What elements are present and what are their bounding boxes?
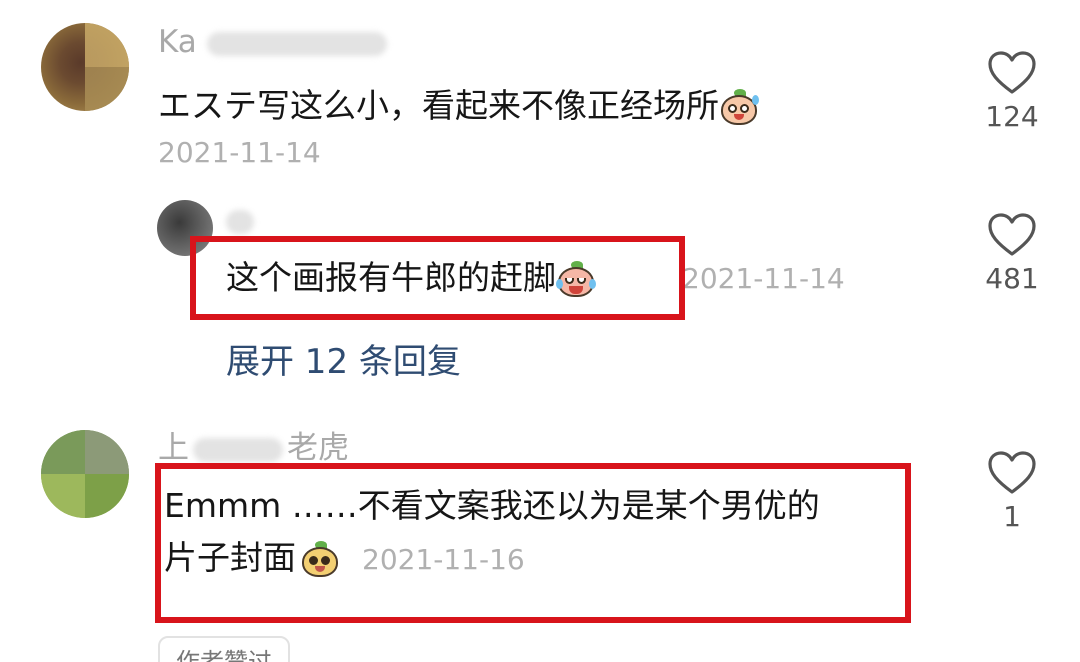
author-liked-tag: 作者赞过 [158, 636, 290, 662]
heart-icon [988, 51, 1036, 94]
avatar[interactable] [41, 23, 129, 111]
comment-section: Ka エステ写这么小，看起来不像正经场所 2021-11-14 124 这个画报… [0, 0, 1080, 662]
sweating-face-emoji-icon [719, 88, 759, 127]
avatar-mosaic [85, 23, 129, 111]
username-blurred [226, 209, 254, 234]
username-blurred [206, 31, 387, 56]
highlight-box [190, 236, 685, 320]
avatar-tile [41, 430, 85, 474]
comment-body[interactable]: エステ写这么小，看起来不像正经场所 [158, 84, 759, 128]
like-count: 124 [985, 100, 1039, 133]
username-visible-start: 上 [158, 430, 189, 466]
username[interactable]: 上 老虎 [158, 422, 349, 467]
comment-text: エステ写这么小，看起来不像正经场所 [158, 86, 719, 125]
highlight-box [155, 463, 911, 623]
like-button[interactable]: 1 [977, 450, 1047, 533]
username[interactable]: Ka [158, 24, 387, 60]
like-button[interactable]: 481 [977, 212, 1047, 295]
avatar-tile [85, 474, 129, 518]
like-button[interactable]: 124 [977, 50, 1047, 133]
heart-icon [988, 213, 1036, 256]
username-blurred [193, 437, 283, 462]
avatar-tile [85, 430, 129, 474]
avatar[interactable] [41, 430, 129, 518]
username-visible: Ka [158, 24, 197, 60]
comment-date: 2021-11-14 [158, 136, 321, 169]
like-count: 481 [985, 262, 1039, 295]
username-visible-end: 老虎 [287, 430, 349, 466]
like-count: 1 [1003, 500, 1021, 533]
comment-date: 2021-11-14 [682, 262, 845, 295]
expand-replies-link[interactable]: 展开 12 条回复 [226, 334, 461, 383]
username[interactable] [226, 202, 254, 238]
heart-icon [988, 451, 1036, 494]
avatar-tile [41, 474, 85, 518]
